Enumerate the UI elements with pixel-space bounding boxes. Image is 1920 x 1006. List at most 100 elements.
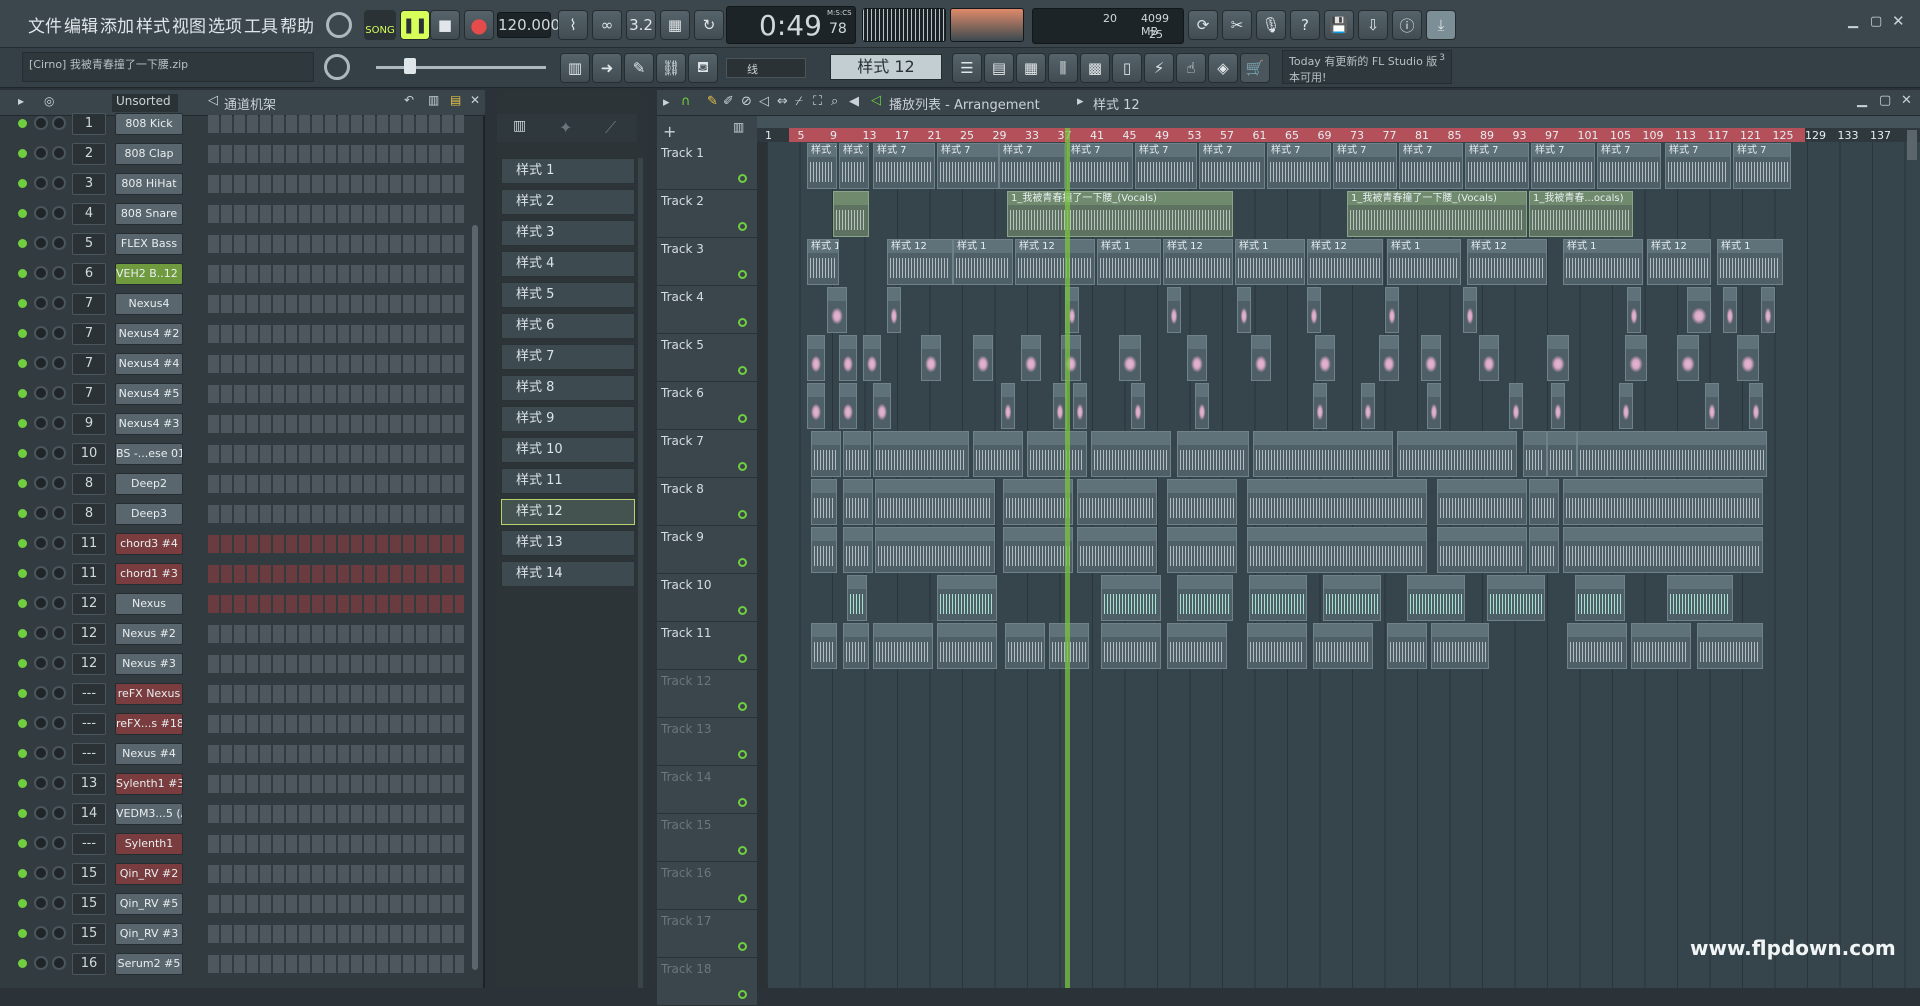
maximize-icon[interactable]: ▢ bbox=[1870, 14, 1882, 29]
channel-volume-knob[interactable] bbox=[52, 626, 66, 640]
overview-bar[interactable] bbox=[757, 116, 1920, 128]
playlist-clip[interactable] bbox=[1315, 335, 1335, 381]
channel-mute-led[interactable] bbox=[18, 269, 27, 278]
playlist-clip[interactable] bbox=[1421, 335, 1441, 381]
track-enable-icon[interactable] bbox=[738, 654, 747, 663]
track-header[interactable]: Track 18 bbox=[657, 958, 757, 1006]
metronome-button[interactable]: ⌇ bbox=[558, 10, 588, 40]
playlist-clip[interactable] bbox=[1427, 383, 1441, 429]
playlist-clip[interactable] bbox=[1077, 479, 1157, 525]
pattern-item[interactable]: 样式 11 bbox=[501, 468, 635, 494]
mixer-button[interactable]: ⫼ bbox=[1048, 53, 1078, 83]
playlist-clip[interactable] bbox=[1547, 335, 1569, 381]
pattern-item[interactable]: 样式 4 bbox=[501, 251, 635, 277]
record-button[interactable]: ● bbox=[464, 10, 494, 40]
playlist-clip[interactable] bbox=[1187, 335, 1207, 381]
pattern-item[interactable]: 样式 10 bbox=[501, 437, 635, 463]
step-sequencer[interactable] bbox=[208, 145, 464, 163]
channel-row[interactable]: 6 VEH2 B..12 C bbox=[0, 259, 470, 289]
playlist-clip[interactable] bbox=[1307, 287, 1321, 333]
playlist-clip[interactable] bbox=[1529, 527, 1559, 573]
channel-mixer-track[interactable]: 12 bbox=[72, 653, 106, 675]
playlist-clip[interactable]: 样式 7 bbox=[1465, 143, 1529, 189]
playlist-scrollbar[interactable] bbox=[1907, 130, 1917, 160]
rack-scrollbar[interactable] bbox=[472, 225, 478, 970]
channel-name-button[interactable]: Qin_RV #2 bbox=[115, 863, 183, 885]
rack-close-icon[interactable]: ✕ bbox=[470, 93, 480, 107]
playlist-clip[interactable] bbox=[1195, 383, 1209, 429]
playlist-clip[interactable] bbox=[873, 383, 891, 429]
playlist-clip[interactable] bbox=[833, 191, 869, 237]
step-sequencer[interactable] bbox=[208, 655, 464, 673]
playlist-clip[interactable] bbox=[1761, 287, 1775, 333]
step-sequencer[interactable] bbox=[208, 895, 464, 913]
channel-mute-led[interactable] bbox=[18, 449, 27, 458]
channel-pan-knob[interactable] bbox=[34, 476, 48, 490]
channel-volume-knob[interactable] bbox=[52, 836, 66, 850]
select-tool-icon[interactable]: ⛶ bbox=[813, 94, 822, 109]
tempo-display[interactable]: 120.000 bbox=[497, 12, 560, 38]
add-track-icon[interactable]: + bbox=[663, 122, 676, 141]
channel-mixer-track[interactable]: --- bbox=[72, 833, 106, 855]
menu-tools[interactable]: 工具 bbox=[244, 12, 278, 37]
step-sequencer[interactable] bbox=[208, 865, 464, 883]
download-button[interactable]: ⤓ bbox=[1426, 10, 1456, 40]
playhead[interactable] bbox=[1065, 128, 1070, 988]
countdown-button[interactable]: 3.2 bbox=[626, 10, 656, 40]
channel-mixer-track[interactable]: --- bbox=[72, 713, 106, 735]
channel-volume-knob[interactable] bbox=[52, 746, 66, 760]
track-header[interactable]: Track 17 bbox=[657, 910, 757, 958]
channel-pan-knob[interactable] bbox=[34, 926, 48, 940]
link-button[interactable]: ⛓ bbox=[656, 53, 686, 83]
playlist-clip[interactable] bbox=[807, 335, 825, 381]
track-header[interactable]: Track 13 bbox=[657, 718, 757, 766]
channel-mixer-track[interactable]: 7 bbox=[72, 353, 106, 375]
channel-volume-knob[interactable] bbox=[52, 266, 66, 280]
playlist-clip[interactable] bbox=[839, 383, 857, 429]
track-header[interactable]: Track 10 bbox=[657, 574, 757, 622]
channel-mixer-track[interactable]: 15 bbox=[72, 923, 106, 945]
track-header[interactable]: Track 8 bbox=[657, 478, 757, 526]
mute-tool-icon[interactable]: ◁ bbox=[759, 94, 769, 109]
channel-volume-knob[interactable] bbox=[52, 296, 66, 310]
channel-row[interactable]: 15 Qin_RV #3 bbox=[0, 919, 470, 949]
channel-mixer-track[interactable]: 5 bbox=[72, 233, 106, 255]
channel-row[interactable]: 8 Deep3 bbox=[0, 499, 470, 529]
channel-volume-knob[interactable] bbox=[52, 716, 66, 730]
playlist-clip[interactable] bbox=[1619, 383, 1633, 429]
playlist-clip[interactable]: 样式 12 bbox=[1163, 239, 1233, 285]
step-sequencer[interactable] bbox=[208, 595, 464, 613]
playlist-clip[interactable] bbox=[887, 287, 901, 333]
playlist-clip[interactable] bbox=[873, 623, 933, 669]
channel-volume-knob[interactable] bbox=[52, 806, 66, 820]
playlist-clip[interactable] bbox=[1563, 527, 1763, 573]
playlist-clip[interactable] bbox=[1387, 623, 1427, 669]
piano-tab-icon[interactable]: ▥ bbox=[513, 118, 526, 134]
zoom-tool-icon[interactable]: ⌕ bbox=[831, 94, 838, 109]
master-slider[interactable] bbox=[376, 66, 546, 69]
playlist-clip[interactable] bbox=[1687, 287, 1711, 333]
playlist-clip[interactable] bbox=[1437, 479, 1527, 525]
playlist-clip[interactable] bbox=[843, 479, 873, 525]
playlist-clip[interactable] bbox=[1251, 335, 1271, 381]
playlist-clip[interactable] bbox=[1101, 575, 1161, 621]
channel-mixer-track[interactable]: 12 bbox=[72, 623, 106, 645]
channel-mixer-track[interactable]: 10 bbox=[72, 443, 106, 465]
step-sequencer[interactable] bbox=[208, 835, 464, 853]
automation-tab-icon[interactable]: ⟋ bbox=[605, 118, 616, 138]
stop-button[interactable]: ■ bbox=[430, 10, 460, 40]
magnet-icon[interactable]: ∩ bbox=[681, 94, 691, 109]
audio-tab-icon[interactable]: ✦ bbox=[559, 118, 572, 137]
channel-mute-led[interactable] bbox=[18, 719, 27, 728]
playlist-clip[interactable] bbox=[1697, 623, 1763, 669]
channel-mute-led[interactable] bbox=[18, 959, 27, 968]
channel-mixer-track[interactable]: 16 bbox=[72, 953, 106, 975]
channel-row[interactable]: 1 808 Kick bbox=[0, 109, 470, 139]
channel-mute-led[interactable] bbox=[18, 389, 27, 398]
playlist-clip[interactable] bbox=[1577, 431, 1767, 477]
stamp-button[interactable]: ⛾ bbox=[688, 53, 718, 83]
channel-mute-led[interactable] bbox=[18, 509, 27, 518]
track-header[interactable]: Track 16 bbox=[657, 862, 757, 910]
channel-volume-knob[interactable] bbox=[52, 176, 66, 190]
channel-volume-knob[interactable] bbox=[52, 926, 66, 940]
